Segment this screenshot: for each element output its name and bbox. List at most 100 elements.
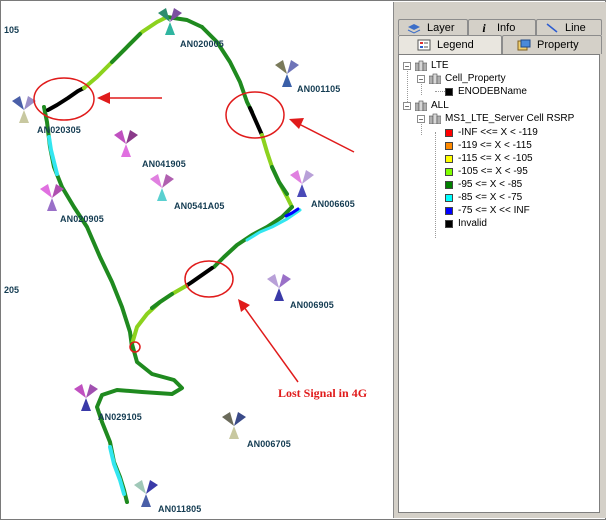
collapse-toggle[interactable]: − xyxy=(417,74,425,83)
cell-site-icon-an020305 xyxy=(12,96,36,123)
color-swatch xyxy=(445,193,453,202)
cell-site-icon-an0541a05 xyxy=(150,174,174,201)
layer-group-icon xyxy=(415,60,427,71)
arrow-2-shaft xyxy=(298,123,355,153)
color-swatch xyxy=(445,141,453,150)
site-label: AN011805 xyxy=(158,504,202,514)
legend-range-item[interactable]: -115 <= X < -105 xyxy=(445,152,533,165)
tab-info[interactable]: i Info xyxy=(468,19,536,35)
layer-icon xyxy=(407,23,421,34)
color-swatch xyxy=(445,219,453,228)
route-seg-left-lower xyxy=(42,105,134,349)
route-seg-bottom-cyan xyxy=(108,445,126,496)
tab-layer[interactable]: Layer xyxy=(398,19,468,35)
legend-range-label: -105 <= X < -95 xyxy=(458,166,528,177)
tree-node-rsrp-layer[interactable]: − MS1_LTE_Server Cell RSRP xyxy=(417,112,574,125)
route-seg-lower-mid-dk xyxy=(150,292,174,310)
site-label: AN006605 xyxy=(311,199,355,209)
arrow-3-head xyxy=(238,299,250,312)
tab-property[interactable]: Property xyxy=(502,35,602,54)
arrow-1-head xyxy=(97,92,110,104)
cell-site-icon-an006905 xyxy=(267,274,291,301)
tab-line[interactable]: Line xyxy=(536,19,602,35)
tree-connector xyxy=(435,132,436,238)
color-swatch xyxy=(445,206,453,215)
route-seg-right xyxy=(260,133,294,209)
legend-range-label: -INF <<= X < -119 xyxy=(458,127,538,138)
cell-site-icon-an029105 xyxy=(74,384,98,411)
legend-range-item[interactable]: -105 <= X < -95 xyxy=(445,165,528,178)
legend-range-item[interactable]: -95 <= X < -85 xyxy=(445,178,522,191)
legend-range-item[interactable]: -85 <= X < -75 xyxy=(445,191,522,204)
map-edge-label-205: 205 xyxy=(4,285,20,295)
legend-range-label: -115 <= X < -105 xyxy=(458,153,533,164)
legend-icon xyxy=(417,39,431,51)
arrow-2-head xyxy=(289,118,304,129)
arrow-3-shaft xyxy=(243,306,299,383)
site-label: AN020905 xyxy=(60,214,104,224)
route-seg-lower-mid xyxy=(130,284,188,346)
tree-node-lte-label: LTE xyxy=(431,60,449,71)
tree-node-rsrp-layer-label: MS1_LTE_Server Cell RSRP xyxy=(445,113,575,124)
highlight-ellipse-3 xyxy=(184,260,234,298)
color-swatch xyxy=(445,128,453,137)
layer-group-icon xyxy=(429,113,441,124)
site-label: AN041905 xyxy=(142,159,186,169)
route-seg-lost1 xyxy=(46,86,86,112)
tab-property-label: Property xyxy=(537,39,579,51)
tab-layer-label: Layer xyxy=(427,21,455,34)
color-swatch xyxy=(445,87,453,96)
legend-range-label: -119 <= X < -115 xyxy=(458,140,532,151)
tree-node-all[interactable]: − ALL xyxy=(403,99,449,112)
application-window: 105 205 AN020005 AN001105 AN020305 AN041… xyxy=(0,0,606,520)
route-seg-bottom xyxy=(95,342,184,504)
cell-site-icon-an041905 xyxy=(114,130,138,157)
map-canvas[interactable] xyxy=(2,2,390,518)
map-edge-label-105: 105 xyxy=(4,25,20,35)
lost-signal-annotation: Lost Signal in 4G xyxy=(278,386,368,400)
tree-node-cell-property[interactable]: − Cell_Property xyxy=(417,72,506,85)
tree-node-cell-property-label: Cell_Property xyxy=(445,73,506,84)
site-label: AN006705 xyxy=(247,439,291,449)
legend-range-item[interactable]: -119 <= X < -115 xyxy=(445,139,532,152)
legend-panel: Layer i Info Line Legend Property − LTE … xyxy=(393,2,606,518)
route-seg-right-dk xyxy=(270,165,289,196)
site-label: AN001105 xyxy=(297,84,341,94)
site-label: AN006905 xyxy=(290,300,334,310)
tree-node-lte[interactable]: − LTE xyxy=(403,59,449,72)
legend-range-label: -95 <= X < -85 xyxy=(458,179,523,190)
tab-legend-label: Legend xyxy=(437,39,474,51)
layer-group-icon xyxy=(415,100,427,111)
color-swatch xyxy=(445,167,453,176)
legend-range-item[interactable]: -INF <<= X < -119 xyxy=(445,126,538,139)
legend-range-item[interactable]: -75 <= X << INF xyxy=(445,204,530,217)
site-label: AN0541A05 xyxy=(174,201,225,211)
tree-node-enodeb-name[interactable]: ENODEBName xyxy=(445,85,527,98)
cell-site-icon-an001105 xyxy=(275,60,299,87)
collapse-toggle[interactable]: − xyxy=(403,101,411,110)
cell-site-icon-an020905 xyxy=(40,184,64,211)
map-view[interactable]: 105 205 AN020005 AN001105 AN020305 AN041… xyxy=(2,2,390,518)
cell-site-icon-an006605 xyxy=(290,170,314,197)
cell-site-icon-an011805 xyxy=(134,480,158,507)
legend-tree[interactable]: − LTE − Cell_Property ENODEBName − ALL − xyxy=(398,54,600,513)
route-seg-lost3 xyxy=(184,266,214,288)
property-icon xyxy=(517,39,531,51)
tab-legend[interactable]: Legend xyxy=(398,35,502,54)
drive-route xyxy=(42,15,302,504)
route-seg-top-left-dk xyxy=(110,32,142,64)
collapse-toggle[interactable]: − xyxy=(417,114,425,123)
cell-site-icons xyxy=(12,8,314,507)
layer-group-icon xyxy=(429,73,441,84)
lost-signal-highlights xyxy=(33,77,285,298)
tree-node-enodeb-name-label: ENODEBName xyxy=(458,86,527,97)
collapse-toggle[interactable]: − xyxy=(403,61,411,70)
site-label: AN020005 xyxy=(180,39,224,49)
route-seg-top-left xyxy=(82,15,169,90)
color-swatch xyxy=(445,154,453,163)
tree-connector xyxy=(435,91,445,92)
site-label: AN029105 xyxy=(98,412,142,422)
legend-range-item[interactable]: Invalid xyxy=(445,217,487,230)
line-icon xyxy=(546,22,558,33)
legend-range-label: -75 <= X << INF xyxy=(458,205,530,216)
